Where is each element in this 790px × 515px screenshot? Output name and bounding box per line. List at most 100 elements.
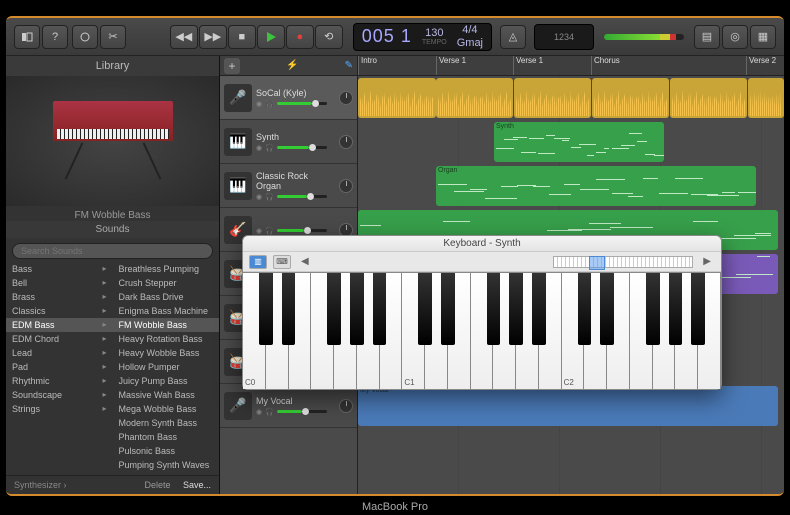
patch-item[interactable]: Pulsonic Bass <box>113 444 220 458</box>
black-key[interactable] <box>578 273 592 345</box>
patch-item[interactable]: Dark Bass Drive <box>113 290 220 304</box>
region[interactable] <box>436 78 513 118</box>
category-item[interactable]: Lead▸ <box>6 346 113 360</box>
pan-knob[interactable] <box>339 399 353 413</box>
black-key[interactable] <box>600 273 614 345</box>
volume-slider[interactable] <box>277 102 327 105</box>
category-list[interactable]: Bass▸Bell▸Brass▸Classics▸EDM Bass▸EDM Ch… <box>6 262 113 475</box>
volume-slider[interactable] <box>277 146 327 149</box>
octave-up-button[interactable]: ▶ <box>699 256 715 267</box>
category-item[interactable]: Classics▸ <box>6 304 113 318</box>
volume-slider[interactable] <box>277 195 327 198</box>
headphone-icon[interactable]: 🎧 <box>265 193 274 201</box>
category-item[interactable]: Rhythmic▸ <box>6 374 113 388</box>
black-key[interactable] <box>327 273 341 345</box>
region[interactable] <box>670 78 747 118</box>
search-field[interactable] <box>12 241 213 259</box>
patch-item[interactable]: Enigma Bass Machine <box>113 304 220 318</box>
add-track-button[interactable]: + <box>224 58 240 74</box>
patch-item[interactable]: Juicy Pump Bass <box>113 374 220 388</box>
library-breadcrumb[interactable]: Synthesizer › <box>14 480 67 490</box>
black-key[interactable] <box>509 273 523 345</box>
black-key[interactable] <box>669 273 683 345</box>
piano-keys[interactable]: C0C1C2 <box>243 272 721 389</box>
arrangement-marker[interactable]: Intro <box>358 56 377 75</box>
patch-item[interactable]: Heavy Wobble Bass <box>113 346 220 360</box>
mini-keyboard[interactable] <box>553 256 693 268</box>
black-key[interactable] <box>646 273 660 345</box>
notepad-button[interactable]: ▤ <box>694 25 720 49</box>
volume-slider[interactable] <box>277 229 327 232</box>
black-key[interactable] <box>691 273 705 345</box>
category-item[interactable]: Pad▸ <box>6 360 113 374</box>
region[interactable]: Synth <box>494 122 664 162</box>
pan-knob[interactable] <box>339 179 353 193</box>
category-item[interactable]: Bass▸ <box>6 262 113 276</box>
patch-item[interactable]: Pumping Synth Waves <box>113 458 220 472</box>
region[interactable]: Organ <box>436 166 756 206</box>
arrangement-marker[interactable]: Verse 1 <box>513 56 543 75</box>
black-key[interactable] <box>532 273 546 345</box>
patch-list[interactable]: Breathless PumpingCrush StepperDark Bass… <box>113 262 220 475</box>
track-header[interactable]: 🎤SoCal (Kyle)◉🎧 <box>220 76 357 120</box>
metronome-button[interactable]: ◬ <box>500 25 526 49</box>
mute-icon[interactable]: ◉ <box>256 227 262 235</box>
library-toggle-button[interactable] <box>14 25 40 49</box>
black-key[interactable] <box>259 273 273 345</box>
black-key[interactable] <box>373 273 387 345</box>
automation-button[interactable]: ⚡ <box>286 60 298 71</box>
quick-help-button[interactable]: ? <box>42 25 68 49</box>
mute-icon[interactable]: ◉ <box>256 408 262 416</box>
lcd-display[interactable]: 005 1 130TEMPO 4/4Gmaj <box>353 23 492 51</box>
master-volume-meter[interactable] <box>604 32 684 42</box>
category-item[interactable]: EDM Bass▸ <box>6 318 113 332</box>
mute-icon[interactable]: ◉ <box>256 193 262 201</box>
headphone-icon[interactable]: 🎧 <box>265 144 274 152</box>
play-button[interactable] <box>257 25 285 49</box>
category-item[interactable]: Bell▸ <box>6 276 113 290</box>
black-key[interactable] <box>350 273 364 345</box>
category-item[interactable]: Soundscape▸ <box>6 388 113 402</box>
stop-button[interactable]: ■ <box>228 25 256 49</box>
patch-item[interactable]: Massive Wah Bass <box>113 388 220 402</box>
musical-typing-window[interactable]: Keyboard - Synth ▥ ⌨ ◀ ▶ C0C1C2 <box>242 235 722 390</box>
arrangement-marker[interactable]: Verse 1 <box>436 56 466 75</box>
smart-controls-button[interactable] <box>72 25 98 49</box>
arrangement-marker[interactable]: Verse 2 <box>746 56 776 75</box>
patch-item[interactable]: Modern Synth Bass <box>113 416 220 430</box>
media-button[interactable]: ▦ <box>750 25 776 49</box>
keyboard-view-button[interactable]: ▥ <box>249 255 267 269</box>
patch-item[interactable]: Breathless Pumping <box>113 262 220 276</box>
category-item[interactable]: Brass▸ <box>6 290 113 304</box>
save-button[interactable]: Save... <box>183 480 211 490</box>
region[interactable] <box>514 78 591 118</box>
category-item[interactable]: EDM Chord▸ <box>6 332 113 346</box>
pan-knob[interactable] <box>339 135 353 149</box>
category-item[interactable]: Strings▸ <box>6 402 113 416</box>
track-header[interactable]: 🎹Synth◉🎧 <box>220 120 357 164</box>
region[interactable] <box>748 78 784 118</box>
region[interactable] <box>358 78 436 118</box>
patch-item[interactable]: Mega Wobble Bass <box>113 402 220 416</box>
headphone-icon[interactable]: 🎧 <box>265 227 274 235</box>
octave-down-button[interactable]: ◀ <box>297 256 313 267</box>
cycle-button[interactable]: ⟲ <box>315 25 343 49</box>
black-key[interactable] <box>441 273 455 345</box>
patch-item[interactable]: Heavy Rotation Bass <box>113 332 220 346</box>
headphone-icon[interactable]: 🎧 <box>265 100 274 108</box>
region[interactable]: My Vocal <box>358 386 778 426</box>
black-key[interactable] <box>487 273 501 345</box>
black-key[interactable] <box>282 273 296 345</box>
record-button[interactable]: ● <box>286 25 314 49</box>
search-input[interactable] <box>12 243 213 259</box>
patch-item[interactable]: Phantom Bass <box>113 430 220 444</box>
typing-view-button[interactable]: ⌨ <box>273 255 291 269</box>
patch-item[interactable]: Crush Stepper <box>113 276 220 290</box>
track-header[interactable]: 🎹Classic Rock Organ◉🎧 <box>220 164 357 208</box>
loops-button[interactable]: ◎ <box>722 25 748 49</box>
track-header[interactable]: 🎤My Vocal◉🎧 <box>220 384 357 428</box>
rewind-button[interactable]: ◀◀ <box>170 25 198 49</box>
headphone-icon[interactable]: 🎧 <box>265 408 274 416</box>
scissors-button[interactable]: ✂ <box>100 25 126 49</box>
volume-slider[interactable] <box>277 410 327 413</box>
